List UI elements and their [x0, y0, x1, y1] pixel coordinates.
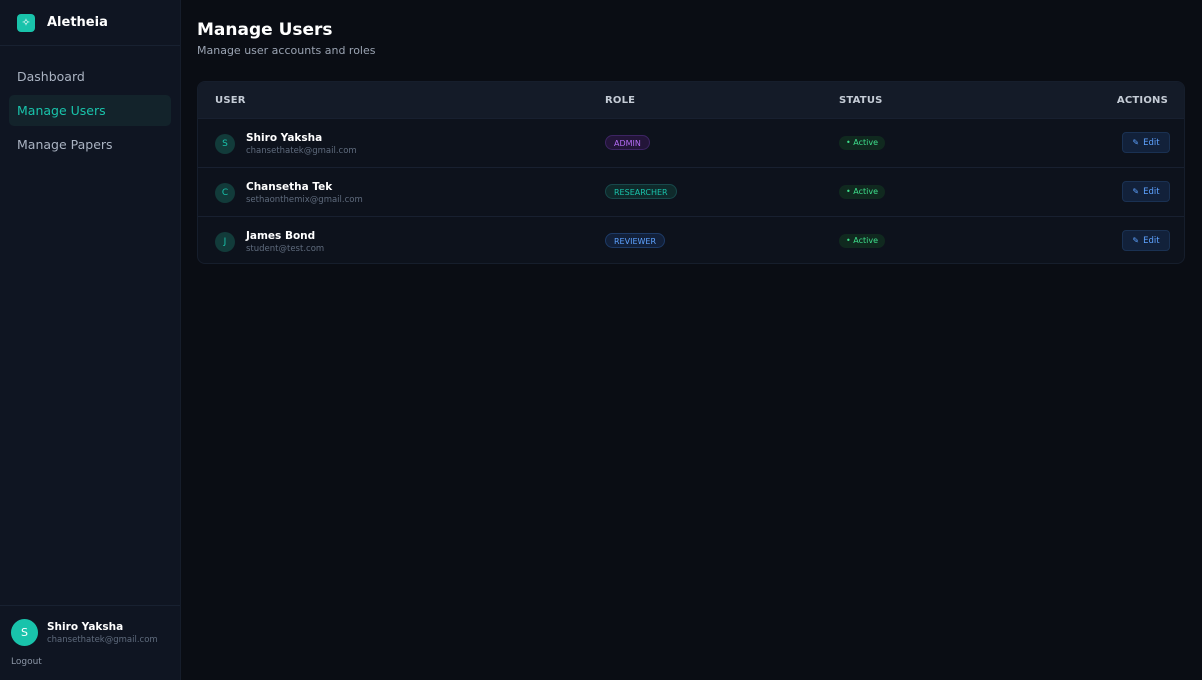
table-row: C Chansetha Tek sethaonthemix@gmail.com …	[198, 167, 1184, 215]
column-header-user: USER	[215, 95, 246, 106]
avatar: J	[215, 232, 235, 252]
sidebar-footer: S Shiro Yaksha chansethatek@gmail.com Lo…	[0, 605, 180, 680]
column-header-actions: ACTIONS	[1116, 95, 1168, 106]
edit-label: Edit	[1143, 235, 1160, 246]
table-row: J James Bond student@test.com REVIEWER •…	[198, 216, 1184, 263]
brand[interactable]: ✧ Aletheia	[0, 0, 180, 46]
status-badge: • Active	[839, 234, 886, 248]
profile-email: chansethatek@gmail.com	[47, 634, 158, 645]
user-profile: S Shiro Yaksha chansethatek@gmail.com	[11, 619, 158, 646]
edit-icon: ✎	[1132, 138, 1140, 147]
user-cell: S Shiro Yaksha chansethatek@gmail.com	[215, 132, 357, 156]
profile-name: Shiro Yaksha	[47, 620, 124, 633]
edit-label: Edit	[1143, 186, 1160, 197]
avatar: S	[11, 619, 38, 646]
avatar: S	[215, 134, 235, 154]
avatar: C	[215, 183, 235, 203]
role-badge: ADMIN	[605, 135, 650, 150]
table-row: S Shiro Yaksha chansethatek@gmail.com AD…	[198, 118, 1184, 166]
edit-button[interactable]: ✎ Edit	[1122, 181, 1170, 202]
user-name: James Bond	[246, 230, 316, 242]
user-name: Shiro Yaksha	[246, 132, 323, 144]
status-badge: • Active	[839, 185, 886, 199]
sidebar-item-manage-users[interactable]: Manage Users	[9, 95, 171, 126]
page-subtitle: Manage user accounts and roles	[197, 44, 376, 57]
logout-link[interactable]: Logout	[11, 657, 42, 667]
role-badge: RESEARCHER	[605, 184, 677, 199]
user-cell: C Chansetha Tek sethaonthemix@gmail.com	[215, 181, 363, 205]
edit-label: Edit	[1143, 137, 1160, 148]
page-title: Manage Users	[197, 20, 333, 40]
edit-button[interactable]: ✎ Edit	[1122, 230, 1170, 251]
user-email: sethaonthemix@gmail.com	[246, 195, 363, 205]
role-badge: REVIEWER	[605, 233, 666, 248]
edit-button[interactable]: ✎ Edit	[1122, 132, 1170, 153]
column-header-status: STATUS	[839, 95, 883, 106]
user-name: Chansetha Tek	[246, 181, 333, 193]
user-cell: J James Bond student@test.com	[215, 230, 324, 254]
users-table: USER ROLE STATUS ACTIONS S Shiro Yaksha …	[197, 81, 1185, 264]
sidebar-nav: Dashboard Manage Users Manage Papers	[0, 46, 180, 160]
sparkle-logo-icon: ✧	[17, 13, 35, 32]
brand-name: Aletheia	[47, 15, 108, 30]
status-badge: • Active	[839, 136, 886, 150]
user-email: student@test.com	[246, 244, 325, 254]
sidebar-item-dashboard[interactable]: Dashboard	[9, 61, 171, 92]
edit-icon: ✎	[1132, 187, 1140, 196]
sidebar: ✧ Aletheia Dashboard Manage Users Manage…	[0, 0, 181, 680]
user-email: chansethatek@gmail.com	[246, 146, 357, 156]
sidebar-item-manage-papers[interactable]: Manage Papers	[9, 129, 171, 160]
main-content: Manage Users Manage user accounts and ro…	[181, 0, 1202, 680]
table-header: USER ROLE STATUS ACTIONS	[198, 82, 1184, 118]
edit-icon: ✎	[1132, 236, 1140, 245]
column-header-role: ROLE	[605, 95, 636, 106]
